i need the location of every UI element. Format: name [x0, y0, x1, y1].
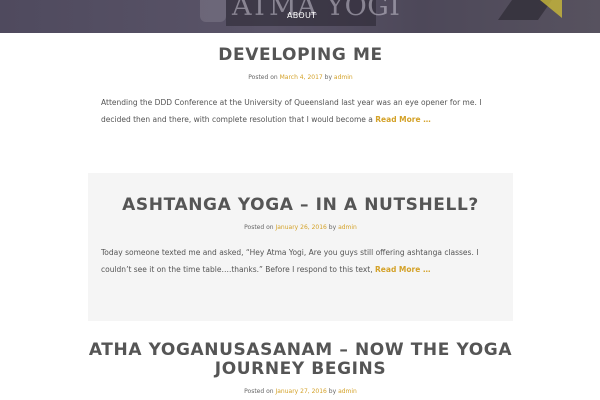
post-meta: Posted on March 4, 2017 by admin: [88, 74, 513, 81]
by-label: by: [328, 224, 337, 231]
post-author-link[interactable]: admin: [334, 74, 353, 81]
post-date-link[interactable]: January 27, 2016: [275, 388, 326, 395]
posted-on-label: Posted on: [248, 74, 278, 81]
post-article: ASHTANGA YOGA – IN A NUTSHELL? Posted on…: [88, 173, 513, 321]
post-meta: Posted on January 26, 2016 by admin: [88, 224, 513, 231]
post-article: ATHA YOGANUSASANAM – NOW THE YOGA JOURNE…: [88, 341, 513, 400]
post-title[interactable]: ASHTANGA YOGA – IN A NUTSHELL?: [88, 196, 513, 215]
header-decoration: [200, 0, 226, 22]
posted-on-label: Posted on: [244, 388, 274, 395]
nav-item-about[interactable]: ABOUT: [287, 11, 316, 20]
post-meta: Posted on January 27, 2016 by admin: [88, 388, 513, 395]
post-author-link[interactable]: admin: [338, 388, 357, 395]
post-title[interactable]: ATHA YOGANUSASANAM – NOW THE YOGA JOURNE…: [88, 341, 513, 379]
by-label: by: [324, 74, 332, 81]
post-date-link[interactable]: March 4, 2017: [280, 74, 323, 81]
read-more-link[interactable]: Read More …: [375, 265, 430, 274]
site-header: ATMA YOGI ABOUT: [0, 0, 600, 33]
read-more-link[interactable]: Read More …: [375, 115, 430, 124]
posted-on-label: Posted on: [244, 224, 274, 231]
post-excerpt: Attending the DDD Conference at the Univ…: [88, 94, 513, 128]
post-article: DEVELOPING ME Posted on March 4, 2017 by…: [88, 46, 513, 166]
post-date-link[interactable]: January 26, 2016: [275, 224, 326, 231]
header-decoration-yellow: [540, 0, 562, 18]
by-label: by: [328, 388, 337, 395]
post-author-link[interactable]: admin: [338, 224, 357, 231]
post-title[interactable]: DEVELOPING ME: [88, 46, 513, 65]
post-excerpt: Today someone texted me and asked, “Hey …: [88, 244, 513, 278]
